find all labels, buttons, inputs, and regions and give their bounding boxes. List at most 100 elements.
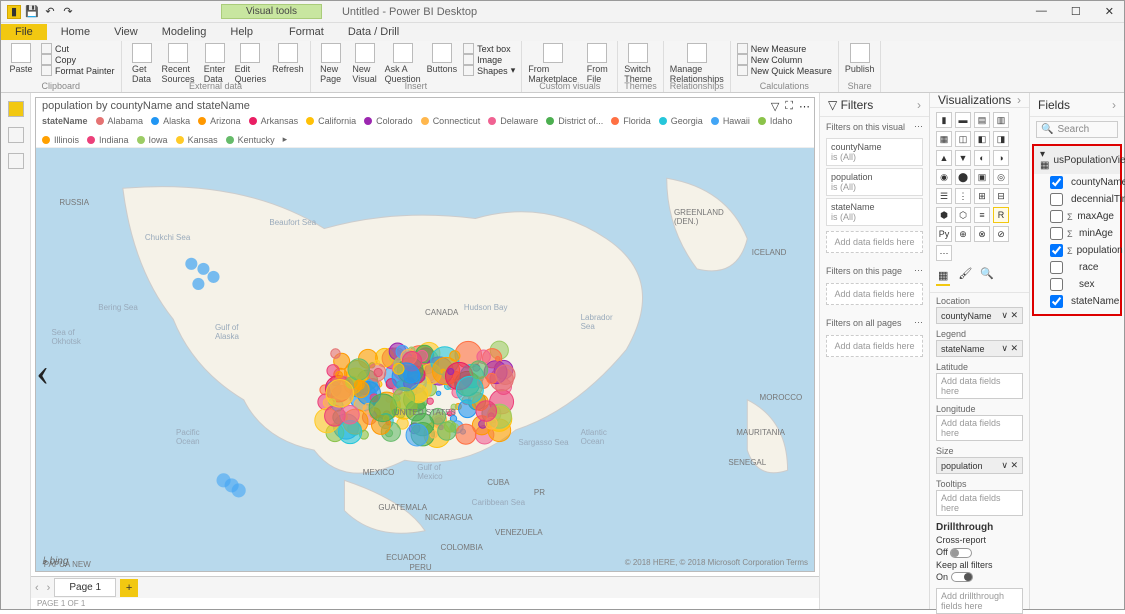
data-view-icon[interactable] [8, 127, 24, 143]
add-report-filter-drop[interactable]: Add data fields here [826, 335, 923, 357]
undo-icon[interactable]: ↶ [43, 5, 57, 19]
viz-type-icon[interactable]: ◑ [993, 150, 1009, 166]
collapse-filters-icon[interactable]: › [917, 98, 921, 112]
legend-item[interactable]: District of... [546, 116, 603, 126]
paste-button[interactable]: Paste [7, 43, 35, 74]
collapse-viz-icon[interactable]: › [1017, 93, 1021, 107]
legend-item[interactable]: Alaska [151, 116, 190, 126]
switch-theme-button[interactable]: Switch Theme [624, 43, 652, 84]
viz-type-icon[interactable]: ◉ [936, 169, 952, 185]
format-painter-button[interactable]: Format Painter [41, 65, 115, 76]
more-options-icon[interactable]: ⋯ [914, 317, 923, 328]
legend-item[interactable]: Kentucky [226, 134, 275, 145]
filter-card[interactable]: countyNameis (All) [826, 138, 923, 166]
map-visual[interactable]: ▽ ⛶ ⋯ population by countyName and state… [35, 97, 815, 572]
report-view-icon[interactable] [8, 101, 24, 117]
table-uspopulationview[interactable]: ▾ ▦ usPopulationView [1034, 146, 1120, 174]
legend-item[interactable]: California [306, 116, 356, 126]
viz-type-icon[interactable]: ☰ [936, 188, 952, 204]
tab-view[interactable]: View [102, 24, 150, 40]
shapes-button[interactable]: Shapes▾ [463, 65, 515, 76]
maximize-icon[interactable]: ☐ [1071, 5, 1081, 18]
analytics-tab-icon[interactable]: 🔍 [980, 267, 994, 286]
get-data-button[interactable]: Get Data [128, 43, 156, 84]
field-race[interactable]: race [1034, 259, 1120, 276]
legend-item[interactable]: Alabama [96, 116, 144, 126]
viz-type-icon[interactable]: ▦ [936, 131, 952, 147]
new-quick-measure-button[interactable]: New Quick Measure [737, 65, 832, 76]
legend-item[interactable]: Kansas [176, 134, 218, 145]
legend-item[interactable]: Florida [611, 116, 651, 126]
collapse-fields-icon[interactable]: › [1112, 98, 1116, 112]
size-well[interactable]: population∨ ✕ [936, 457, 1023, 474]
tooltips-well[interactable]: Add data fields here [936, 490, 1023, 516]
more-options-icon[interactable]: ⋯ [914, 265, 923, 276]
format-tab-icon[interactable]: 🖌 [958, 267, 972, 286]
legend-item[interactable]: Connecticut [421, 116, 481, 126]
viz-type-icon[interactable]: ⋮ [955, 188, 971, 204]
next-page-icon[interactable]: › [43, 582, 55, 594]
tab-help[interactable]: Help [218, 24, 265, 40]
field-stateName[interactable]: stateName [1034, 293, 1120, 310]
viz-type-icon[interactable]: ▮ [936, 112, 952, 128]
viz-type-icon[interactable]: Py [936, 226, 952, 242]
viz-type-icon[interactable]: ◫ [955, 131, 971, 147]
legend-item[interactable]: Iowa [137, 134, 168, 145]
legend-more-icon[interactable]: ▸ [283, 134, 288, 145]
text-box-button[interactable]: Text box [463, 43, 515, 54]
redo-icon[interactable]: ↷ [61, 5, 75, 19]
tab-modeling[interactable]: Modeling [150, 24, 219, 40]
add-page-filter-drop[interactable]: Add data fields here [826, 283, 923, 305]
legend-item[interactable]: Indiana [87, 134, 129, 145]
close-icon[interactable]: ✕ [1105, 5, 1114, 18]
back-arrow-icon[interactable]: ‹ [36, 348, 49, 395]
viz-type-icon[interactable]: ◧ [974, 131, 990, 147]
cut-button[interactable]: Cut [41, 43, 115, 54]
cross-report-toggle[interactable] [950, 548, 972, 558]
file-tab[interactable]: File [1, 24, 47, 40]
legend-item[interactable]: Colorado [364, 116, 413, 126]
new-measure-button[interactable]: New Measure [737, 43, 832, 54]
filter-icon[interactable]: ▽ [771, 100, 779, 113]
field-countyName[interactable]: countyName [1034, 174, 1120, 191]
model-view-icon[interactable] [8, 153, 24, 169]
legend-item[interactable]: Hawaii [711, 116, 750, 126]
viz-type-icon[interactable]: ◐ [974, 150, 990, 166]
more-options-icon[interactable]: ⋯ [914, 121, 923, 132]
new-column-button[interactable]: New Column [737, 54, 832, 65]
longitude-well[interactable]: Add data fields here [936, 415, 1023, 441]
buttons-button[interactable]: Buttons [427, 43, 458, 74]
field-maxAge[interactable]: ΣmaxAge [1034, 208, 1120, 225]
location-well[interactable]: countyName∨ ✕ [936, 307, 1023, 324]
legend-item[interactable]: Arizona [198, 116, 241, 126]
manage-relationships-button[interactable]: Manage Relationships [670, 43, 724, 84]
legend-item[interactable]: Idaho [758, 116, 793, 126]
viz-type-icon[interactable]: ◨ [993, 131, 1009, 147]
fields-search-input[interactable]: 🔍 Search [1036, 121, 1118, 138]
legend-item[interactable]: Illinois [42, 134, 79, 145]
viz-type-icon[interactable]: ▣ [974, 169, 990, 185]
legend-item[interactable]: Arkansas [249, 116, 299, 126]
viz-type-icon[interactable]: R [993, 207, 1009, 223]
viz-type-icon[interactable]: ⬢ [936, 207, 952, 223]
tab-data-drill[interactable]: Data / Drill [336, 24, 411, 40]
fields-tab-icon[interactable]: ▦ [936, 267, 950, 286]
viz-type-icon[interactable]: ⊗ [974, 226, 990, 242]
latitude-well[interactable]: Add data fields here [936, 373, 1023, 399]
minimize-icon[interactable]: — [1036, 5, 1047, 18]
refresh-button[interactable]: Refresh [272, 43, 304, 74]
viz-type-icon[interactable]: ⊘ [993, 226, 1009, 242]
viz-type-icon[interactable]: ⊕ [955, 226, 971, 242]
viz-type-icon[interactable]: ▤ [974, 112, 990, 128]
more-options-icon[interactable]: ⋯ [799, 100, 810, 113]
viz-type-icon[interactable]: ▼ [955, 150, 971, 166]
tab-format[interactable]: Format [277, 24, 336, 40]
viz-type-icon[interactable]: ⋯ [936, 245, 952, 261]
prev-page-icon[interactable]: ‹ [31, 582, 43, 594]
viz-type-icon[interactable]: ▲ [936, 150, 952, 166]
viz-type-icon[interactable]: ▬ [955, 112, 971, 128]
filter-card[interactable]: populationis (All) [826, 168, 923, 196]
enter-data-button[interactable]: Enter Data [201, 43, 229, 84]
new-visual-button[interactable]: New Visual [351, 43, 379, 84]
field-minAge[interactable]: ΣminAge [1034, 225, 1120, 242]
